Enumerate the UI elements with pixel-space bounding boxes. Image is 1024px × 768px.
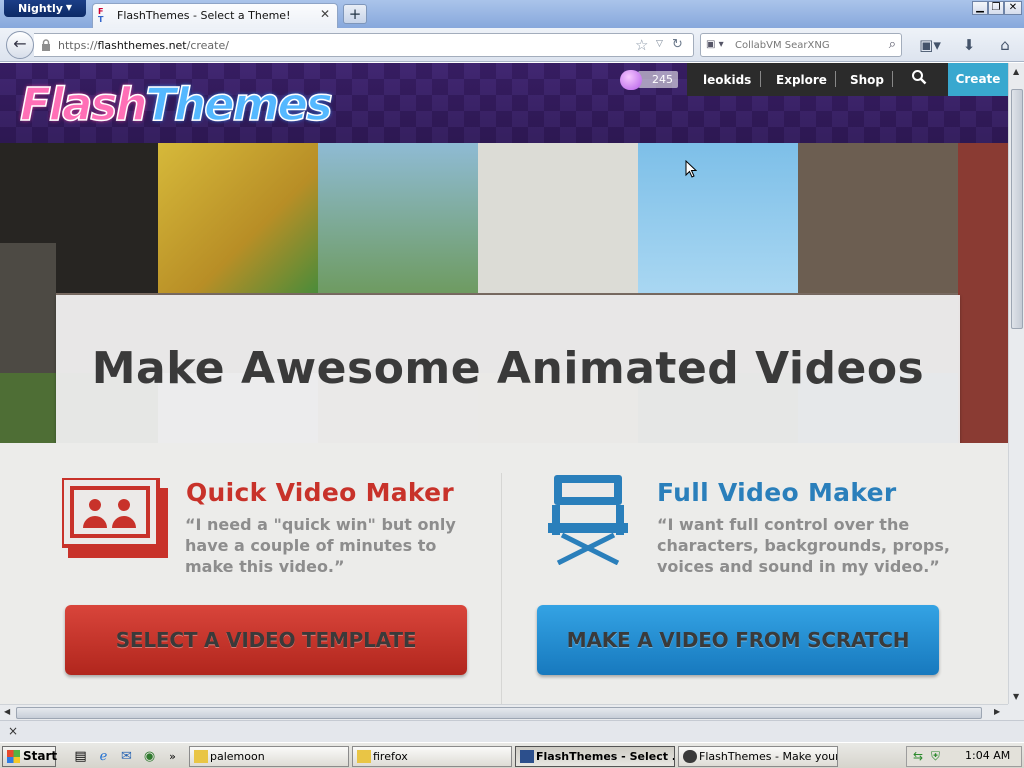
reload-icon[interactable]: ↻ [672, 37, 683, 52]
tab-close-icon[interactable]: ✕ [320, 7, 330, 21]
taskbar-item-flashthemes-active[interactable]: FlashThemes - Select ... [515, 746, 675, 767]
maximize-button[interactable]: ❐ [988, 1, 1004, 15]
hero-collage-tile [0, 243, 56, 373]
taskbar-item-firefox[interactable]: firefox [352, 746, 512, 767]
full-video-maker-quote: “I want full control over the characters,… [657, 515, 950, 576]
hero-collage-tile [318, 143, 478, 293]
url-text: https://flashthemes.net/create/ [58, 39, 229, 52]
back-arrow-icon: ← [13, 34, 27, 53]
hero-collage-tile [638, 143, 798, 293]
search-placeholder: CollabVM SearXNG [735, 40, 830, 51]
site-nav: leokids Explore Shop [687, 63, 948, 96]
scrollbar-corner [1008, 704, 1024, 720]
lock-icon [42, 39, 50, 51]
browser-status-bar: × [0, 720, 1024, 742]
taskbar: Start ▤ ℯ ✉ ◉ » palemoon firefox FlashTh… [0, 742, 1024, 768]
maker-options: Quick Video Maker “I need a "quick win" … [0, 443, 1008, 704]
tab-flashthemes[interactable]: FT FlashThemes - Select a Theme! ✕ [92, 3, 338, 28]
coin-count: 245 [638, 71, 678, 88]
downloads-icon[interactable]: ⬇ [958, 34, 980, 56]
start-button[interactable]: Start [2, 746, 58, 767]
home-icon[interactable]: ⌂ [994, 34, 1016, 56]
start-label: Start [23, 749, 58, 763]
app-menu-button[interactable]: Nightly ▼ [4, 0, 86, 17]
bookmarks-menu-icon[interactable]: ▣▾ [914, 34, 946, 56]
search-icon[interactable] [911, 69, 927, 85]
browser-icon [683, 750, 697, 763]
scroll-right-icon[interactable]: ▶ [994, 707, 1000, 716]
scroll-left-icon[interactable]: ◀ [4, 707, 10, 716]
minimize-button[interactable]: ▁ [972, 1, 988, 15]
quick-video-maker-title[interactable]: Quick Video Maker [186, 478, 454, 507]
folder-icon [357, 750, 371, 763]
scroll-down-icon[interactable]: ▼ [1013, 692, 1019, 701]
taskbar-item-flashthemes[interactable]: FlashThemes - Make your... [678, 746, 838, 767]
flashthemes-logo[interactable]: FlashThemes [19, 78, 333, 132]
folder-icon [194, 750, 208, 763]
quicklaunch-more-icon[interactable]: » [164, 748, 181, 765]
search-icon[interactable]: ⌕ [889, 37, 896, 52]
create-button[interactable]: Create [948, 63, 1008, 96]
url-bar[interactable]: https://flashthemes.net/create/ ☆ ▽ ↻ [34, 33, 694, 57]
dropdown-arrow-icon: ▼ [65, 3, 72, 12]
url-dropdown-icon[interactable]: ▽ [656, 39, 663, 49]
security-icon[interactable]: ⛨ [931, 749, 940, 764]
full-video-maker-title[interactable]: Full Video Maker [657, 478, 896, 507]
quick-video-maker-quote: “I need a "quick win" but only have a cou… [185, 515, 456, 576]
search-engine-icon[interactable]: ▣ ▾ [706, 39, 724, 50]
vertical-scroll-thumb[interactable] [1011, 89, 1023, 329]
system-tray: ⇆ ⛨ 1:04 AM [906, 746, 1022, 767]
nav-divider [760, 71, 761, 87]
media-icon[interactable]: ◉ [141, 748, 158, 765]
status-close-icon[interactable]: × [8, 724, 18, 738]
hero-title: Make Awesome Animated Videos [91, 343, 925, 394]
navigation-toolbar: https://flashthemes.net/create/ ☆ ▽ ↻ ← … [0, 28, 1024, 62]
hero-title-box: Make Awesome Animated Videos [56, 295, 960, 443]
select-video-template-button[interactable]: SELECT A VIDEO TEMPLATE [65, 605, 467, 675]
nav-explore[interactable]: Explore [776, 73, 827, 87]
hero-collage-tile [158, 143, 318, 293]
clock[interactable]: 1:04 AM [965, 749, 1010, 762]
vertical-scrollbar[interactable]: ▲ ▼ [1008, 63, 1024, 704]
close-window-button[interactable]: ✕ [1004, 1, 1022, 15]
show-desktop-icon[interactable]: ▤ [72, 748, 89, 765]
windows-logo-icon [7, 750, 20, 763]
browser-icon [520, 750, 534, 763]
internet-explorer-icon[interactable]: ℯ [95, 748, 112, 765]
network-icon[interactable]: ⇆ [913, 749, 923, 763]
column-divider [501, 473, 502, 704]
horizontal-scroll-thumb[interactable] [16, 707, 982, 719]
outlook-icon[interactable]: ✉ [118, 748, 135, 765]
directors-chair-icon [548, 475, 628, 565]
site-header: FlashThemes 245 leokids Explore Shop Cre… [0, 63, 1008, 143]
favicon-icon: FT [98, 7, 104, 24]
taskbar-item-palemoon[interactable]: palemoon [189, 746, 349, 767]
nav-shop[interactable]: Shop [850, 73, 884, 87]
page-viewport: FlashThemes 245 leokids Explore Shop Cre… [0, 63, 1008, 704]
hero-collage-tile [478, 143, 638, 293]
browser-tab-strip: Nightly ▼ FT FlashThemes - Select a Theme… [0, 0, 1024, 28]
hero-collage-tile [958, 143, 1008, 443]
scroll-up-icon[interactable]: ▲ [1013, 67, 1019, 76]
hero-collage-tile [798, 143, 958, 293]
coin-icon [620, 70, 642, 90]
nav-user-leokids[interactable]: leokids [703, 73, 751, 87]
search-bar[interactable]: ▣ ▾ CollabVM SearXNG ⌕ [700, 33, 902, 57]
nav-divider [892, 71, 893, 87]
mouse-cursor-icon [685, 160, 697, 178]
back-button[interactable]: ← [6, 31, 34, 59]
new-tab-button[interactable]: + [343, 4, 367, 24]
horizontal-scrollbar[interactable]: ◀ ▶ [0, 704, 1008, 720]
make-video-from-scratch-button[interactable]: MAKE A VIDEO FROM SCRATCH [537, 605, 939, 675]
quick-video-maker-icon [62, 478, 168, 558]
nav-divider [835, 71, 836, 87]
app-menu-label: Nightly [18, 2, 63, 15]
bookmark-star-icon[interactable]: ☆ [635, 36, 648, 54]
hero-banner: Make Awesome Animated Videos [0, 143, 1008, 443]
tab-title: FlashThemes - Select a Theme! [117, 9, 291, 22]
